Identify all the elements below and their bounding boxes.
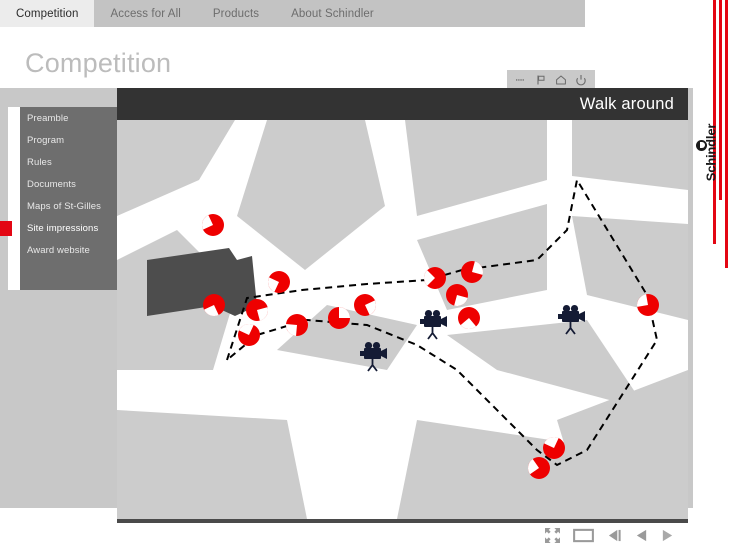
schindler-logo-block: Schindler <box>693 0 735 300</box>
schindler-wordmark: Schindler <box>703 123 719 182</box>
sidebar-item-label: Site impressions <box>27 222 99 234</box>
viewpoint-marker[interactable] <box>203 294 225 317</box>
viewpoint-marker[interactable] <box>267 271 290 293</box>
nav-tab-label: Access for All <box>110 7 181 20</box>
media-overlay-panel: Walk around <box>110 70 688 531</box>
nav-tab-competition[interactable]: Competition <box>0 0 95 27</box>
viewpoint-marker[interactable] <box>637 294 659 316</box>
sidebar-item-label: Award website <box>27 244 90 256</box>
step-back-icon[interactable] <box>607 529 622 547</box>
nav-tab-label: Competition <box>16 7 79 20</box>
map-viewport[interactable] <box>117 120 688 523</box>
viewpoint-marker[interactable] <box>543 436 565 459</box>
fullscreen-icon[interactable] <box>545 528 560 548</box>
rectangle-icon[interactable] <box>573 528 594 548</box>
overlay-title: Walk around <box>579 94 674 113</box>
map-block <box>117 410 307 519</box>
nav-tab-label: Products <box>212 7 260 20</box>
overlay-header-bar: Walk around <box>117 88 688 120</box>
viewpoint-marker[interactable] <box>246 299 269 321</box>
play-forward-icon[interactable] <box>661 529 674 547</box>
viewpoint-marker[interactable] <box>201 214 224 236</box>
sidebar-item-label: Documents <box>27 178 76 190</box>
top-navigation-bar: Competition Access for All Products Abou… <box>0 0 585 27</box>
viewpoint-marker[interactable] <box>528 457 550 479</box>
flag-icon[interactable] <box>535 73 547 85</box>
viewpoint-marker[interactable] <box>446 284 468 307</box>
sidebar-item-label: Program <box>27 134 65 146</box>
viewpoint-marker[interactable] <box>354 294 377 316</box>
viewpoint-marker[interactable] <box>328 307 350 329</box>
brand-red-bar <box>725 0 728 268</box>
sidebar-item-label: Preamble <box>27 112 69 124</box>
player-control-bar <box>545 527 685 549</box>
nav-tab-access-for-all[interactable]: Access for All <box>94 0 196 27</box>
overlay-toolbar <box>507 70 595 88</box>
site-map-graphic <box>117 120 688 519</box>
home-icon[interactable] <box>555 73 567 85</box>
nav-tab-products[interactable]: Products <box>197 0 275 27</box>
more-options-icon[interactable] <box>515 73 527 85</box>
play-back-icon[interactable] <box>635 529 648 547</box>
viewpoint-marker[interactable] <box>423 267 446 289</box>
sidebar-item-label: Rules <box>27 156 52 168</box>
active-item-marker <box>0 220 12 236</box>
viewpoint-marker[interactable] <box>461 261 484 283</box>
viewpoint-marker[interactable] <box>238 323 260 346</box>
viewpoint-marker[interactable] <box>285 314 308 336</box>
viewpoint-marker[interactable] <box>458 307 480 330</box>
sidebar-item-label: Maps of St-Gilles <box>27 200 102 212</box>
nav-tab-about-schindler[interactable]: About Schindler <box>275 0 390 27</box>
power-icon[interactable] <box>575 73 587 86</box>
nav-tab-label: About Schindler <box>291 7 374 20</box>
brand-red-bar <box>719 0 722 200</box>
sidebar-white-strip <box>8 107 20 290</box>
